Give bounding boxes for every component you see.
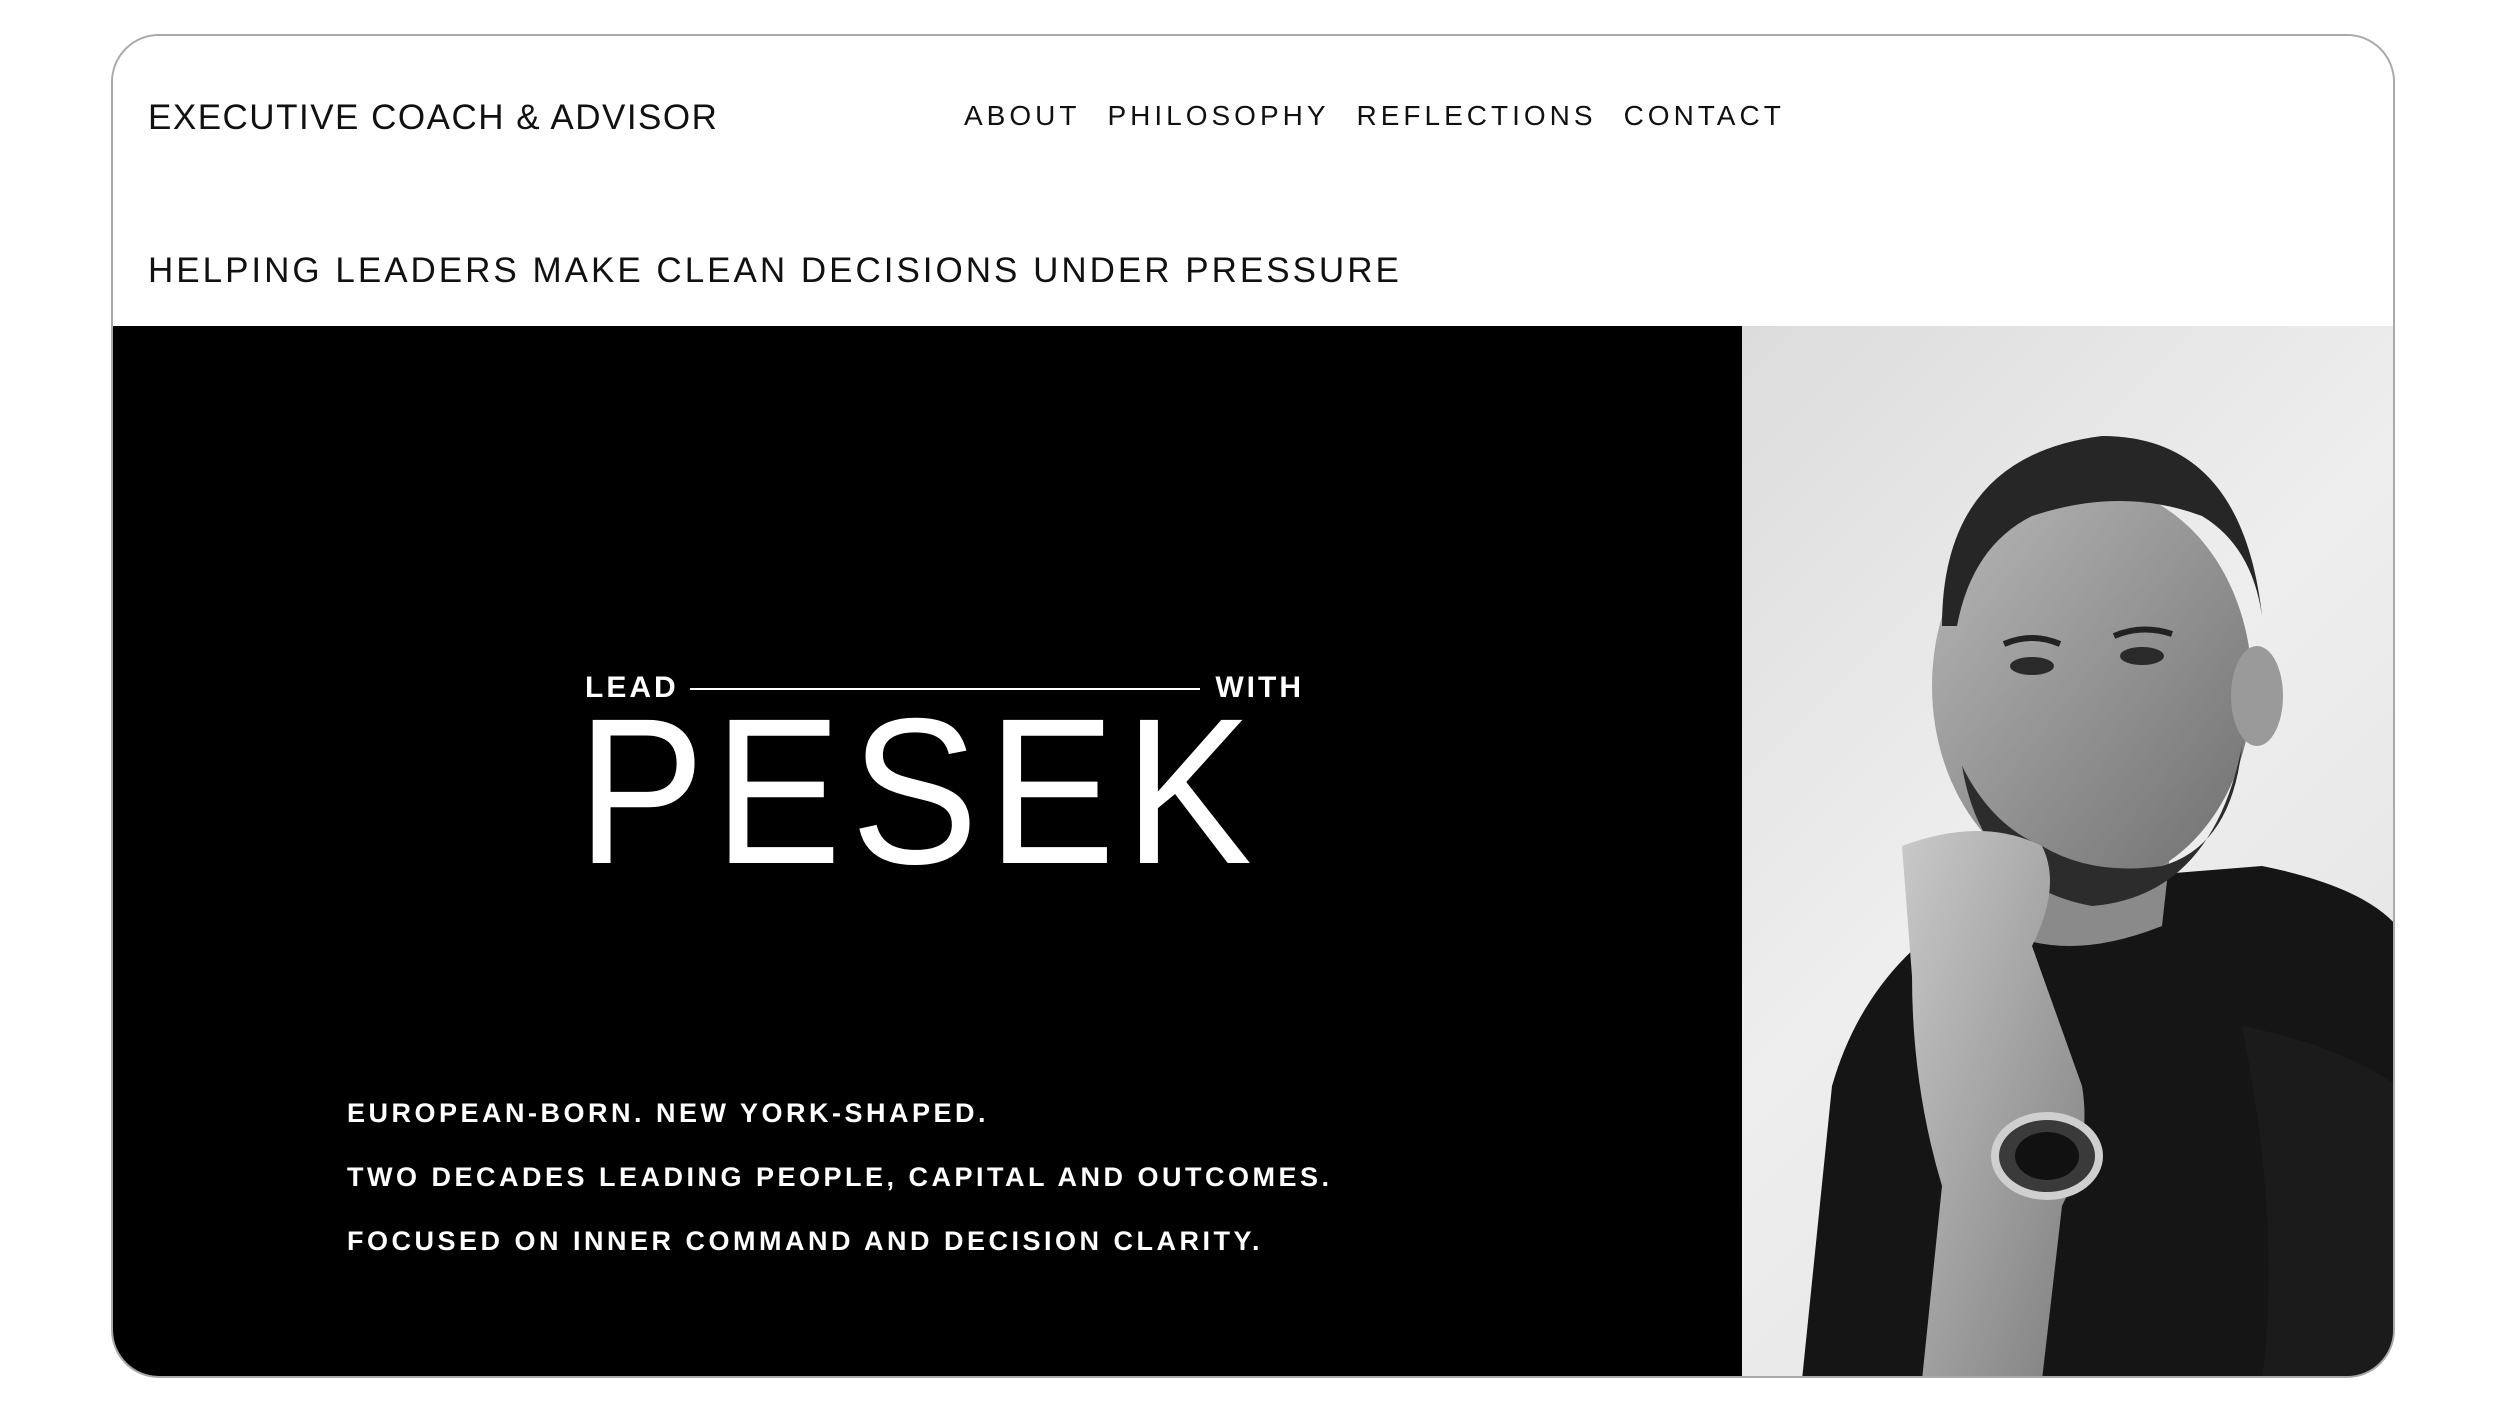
brand-title[interactable]: EXECUTIVE COACH & ADVISOR [148,98,718,138]
hero-panel: LEAD WITH PESEK EUROPEAN-BORN. NEW YORK-… [113,326,1742,1376]
main-nav: ABOUT PHILOSOPHY REFLECTIONS CONTACT [964,100,1785,132]
tagline: HELPING LEADERS MAKE CLEAN DECISIONS UND… [148,251,1402,290]
bio-line: FOCUSED ON INNER COMMAND AND DECISION CL… [347,1226,1264,1256]
portrait-photo [1802,436,2393,1376]
bio-line: EUROPEAN-BORN. NEW YORK-SHAPED. [347,1098,990,1128]
hero-name: PESEK [577,676,1262,908]
nav-contact[interactable]: CONTACT [1624,100,1785,132]
page-frame: EXECUTIVE COACH & ADVISOR ABOUT PHILOSOP… [111,34,2395,1378]
nav-about[interactable]: ABOUT [964,100,1080,132]
nav-philosophy[interactable]: PHILOSOPHY [1107,100,1329,132]
portrait-panel [1742,326,2393,1376]
bio-line: TWO DECADES LEADING PEOPLE, CAPITAL AND … [347,1162,1333,1192]
bio-block: EUROPEAN-BORN. NEW YORK-SHAPED. TWO DECA… [347,1081,1333,1273]
nav-reflections[interactable]: REFLECTIONS [1357,100,1597,132]
site-header: EXECUTIVE COACH & ADVISOR ABOUT PHILOSOP… [113,36,2393,326]
